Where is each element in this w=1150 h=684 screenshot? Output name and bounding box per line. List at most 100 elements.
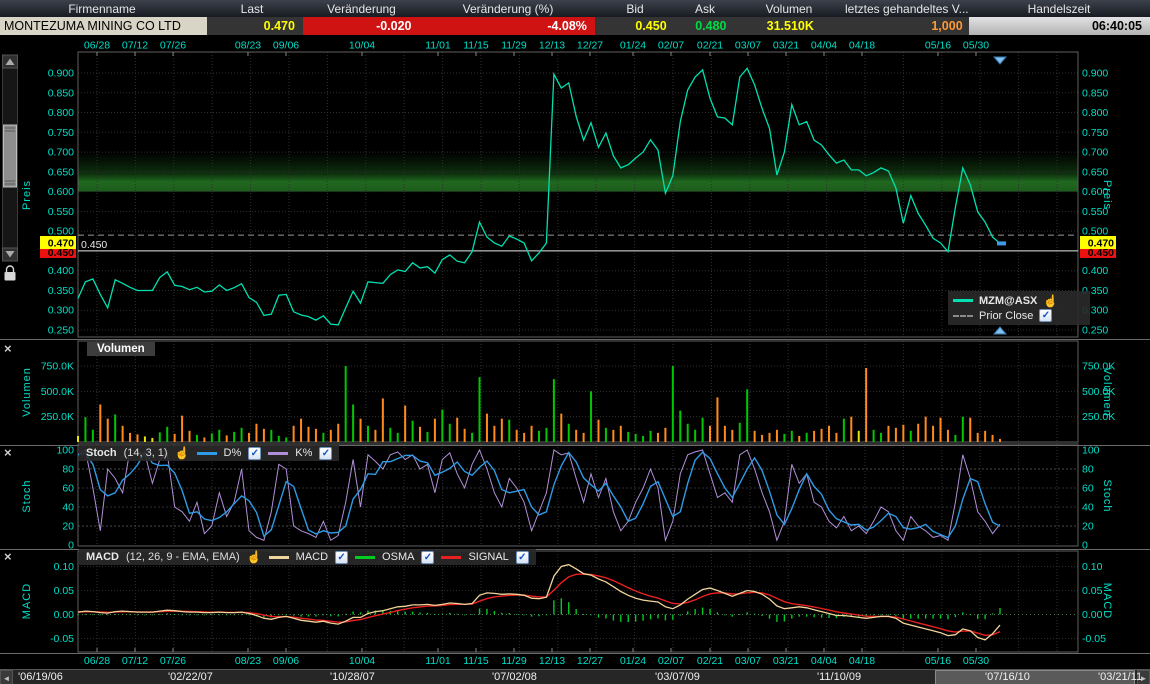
axis-tick-label: 04/18	[849, 655, 875, 667]
last-traded-volume: 1,000	[846, 17, 969, 35]
bid-line-label: 0.450	[81, 239, 107, 251]
prior-close-checkbox[interactable]	[1039, 309, 1052, 322]
axis-tick-label: 02/07	[658, 40, 684, 52]
axis-tick-label: 07/12	[122, 655, 148, 667]
macd-checkbox[interactable]	[335, 551, 348, 564]
axis-tick-label: 0.300	[48, 305, 74, 317]
col-header-company: Firmenname	[0, 2, 204, 16]
chart-area[interactable]: 0.4500.2500.2500.3000.3000.3500.3500.400…	[0, 0, 1150, 684]
axis-tick-label: 80	[62, 464, 74, 476]
osma-checkbox[interactable]	[421, 551, 434, 564]
axis-tick-label: 10/04	[349, 655, 375, 667]
timeline-stamp: '11/10/09	[817, 671, 861, 683]
axis-title: Stoch	[1101, 479, 1113, 512]
axis-tick-label: -0.05	[1082, 633, 1106, 645]
stoch-d-checkbox[interactable]	[248, 447, 261, 460]
col-header-ask: Ask	[677, 2, 733, 16]
axis-tick-label: 0.05	[54, 585, 75, 597]
axis-tick-label: 07/26	[160, 655, 186, 667]
drag-hand-icon[interactable]	[175, 446, 190, 460]
axis-tick-label: 01/24	[620, 40, 646, 52]
axis-tick-label: 0.250	[1082, 324, 1108, 336]
drag-hand-icon[interactable]	[1043, 294, 1058, 308]
close-macd-panel-icon[interactable]: ×	[4, 549, 12, 564]
price-change-pct: -4.08%	[426, 17, 595, 35]
axis-tick-label: 04/04	[811, 40, 837, 52]
quote-header-row: Firmenname Last Veränderung Veränderung …	[0, 0, 1150, 17]
axis-tick-label: 0.700	[48, 147, 74, 159]
axis-tick-label: 11/29	[501, 40, 527, 52]
timeline-stamp: '07/16/10	[985, 671, 1030, 683]
stoch-k-label: K%	[295, 447, 312, 459]
close-stoch-panel-icon[interactable]: ×	[4, 445, 12, 460]
axis-tick-label: 60	[1082, 483, 1094, 495]
trade-time: 06:40:05	[969, 17, 1150, 35]
axis-tick-label: 20	[1082, 521, 1094, 533]
price-legend[interactable]: MZM@ASX Prior Close	[948, 291, 1090, 325]
axis-tick-label: 05/30	[963, 40, 989, 52]
axis-tick-label: 0.850	[1082, 87, 1108, 99]
axis-tick-label: 11/29	[501, 655, 527, 667]
prior-close-label: Prior Close	[979, 310, 1033, 322]
col-header-last-traded-volume: letztes gehandeltes V...	[845, 2, 968, 16]
axis-tick-label: 750.0K	[41, 361, 74, 373]
axis-tick-label: 0.600	[48, 186, 74, 198]
axis-tick-label: 06/28	[84, 655, 110, 667]
axis-tick-label: 09/06	[273, 40, 299, 52]
prior-close-sample	[953, 315, 973, 317]
axis-tick-label: 06/28	[84, 40, 110, 52]
axis-tick-label: 0.650	[1082, 166, 1108, 178]
col-header-change: Veränderung	[300, 2, 423, 16]
axis-tick-label: 0.470	[1088, 238, 1114, 250]
stoch-k-checkbox[interactable]	[319, 447, 332, 460]
lock-icon[interactable]	[5, 266, 16, 281]
axis-tick-label: 11/01	[425, 40, 451, 52]
volume-panel-title: Volumen	[87, 342, 155, 356]
timeline-left-button[interactable]: ◄	[0, 670, 13, 684]
signal-checkbox[interactable]	[516, 551, 529, 564]
axis-tick-label: 03/21	[773, 40, 799, 52]
macd-line-sample	[269, 556, 289, 559]
close-volume-panel-icon[interactable]: ×	[4, 341, 12, 356]
signal-sample	[441, 556, 461, 559]
timeline-stamp: '07/02/08	[492, 671, 537, 683]
timeline-track[interactable]: '06/19/06'02/22/07'10/28/07'07/02/08'03/…	[13, 670, 1137, 684]
price-change: -0.020	[303, 17, 426, 35]
stoch-d-label: D%	[224, 447, 242, 459]
axis-tick-label: -0.05	[50, 633, 74, 645]
axis-tick-label: 0.800	[48, 107, 74, 119]
axis-tick-label: 02/21	[697, 40, 723, 52]
axis-tick-label: 04/18	[849, 40, 875, 52]
axis-title: MACD	[1101, 583, 1113, 619]
company-name: MONTEZUMA MINING CO LTD	[0, 17, 207, 35]
axis-tick-label: 08/23	[235, 655, 261, 667]
col-header-volume: Volumen	[733, 2, 845, 16]
axis-title: Volumen	[1101, 367, 1113, 417]
axis-title: Preis	[21, 180, 33, 210]
axis-tick-label: 11/01	[425, 655, 451, 667]
macd-params: (12, 26, 9 - EMA, EMA)	[126, 551, 240, 563]
axis-tick-label: 11/15	[463, 655, 489, 667]
axis-tick-label: 0.650	[48, 166, 74, 178]
col-header-last: Last	[204, 2, 300, 16]
axis-tick-label: 07/12	[122, 40, 148, 52]
axis-tick-label: 0.500	[1082, 226, 1108, 238]
axis-tick-label: 0.500	[48, 226, 74, 238]
axis-tick-label: 04/04	[811, 655, 837, 667]
axis-tick-label: 03/07	[735, 655, 761, 667]
left-arrow-icon: ◄	[3, 674, 11, 683]
axis-tick-label: 100	[1082, 445, 1100, 457]
axis-tick-label: 0.400	[1082, 265, 1108, 277]
quote-row[interactable]: MONTEZUMA MINING CO LTD 0.470 -0.020 -4.…	[0, 17, 1150, 35]
stoch-legend[interactable]: Stoch (14, 3, 1) D% K%	[79, 445, 339, 461]
timeline-stamp: '06/19/06	[18, 671, 63, 683]
drag-hand-icon[interactable]	[247, 550, 262, 564]
axis-tick-label: 60	[62, 483, 74, 495]
axis-tick-label: 250.0K	[41, 411, 74, 423]
axis-tick-label: 0	[1082, 540, 1088, 552]
axis-title: Stoch	[21, 479, 33, 512]
vscroll-thumb[interactable]	[4, 125, 17, 187]
timeline-scrollbar[interactable]: ◄ '06/19/06'02/22/07'10/28/07'07/02/08'0…	[0, 669, 1150, 684]
macd-legend[interactable]: MACD (12, 26, 9 - EMA, EMA) MACD OSMA SI…	[79, 549, 536, 565]
axis-tick-label: 80	[1082, 464, 1094, 476]
